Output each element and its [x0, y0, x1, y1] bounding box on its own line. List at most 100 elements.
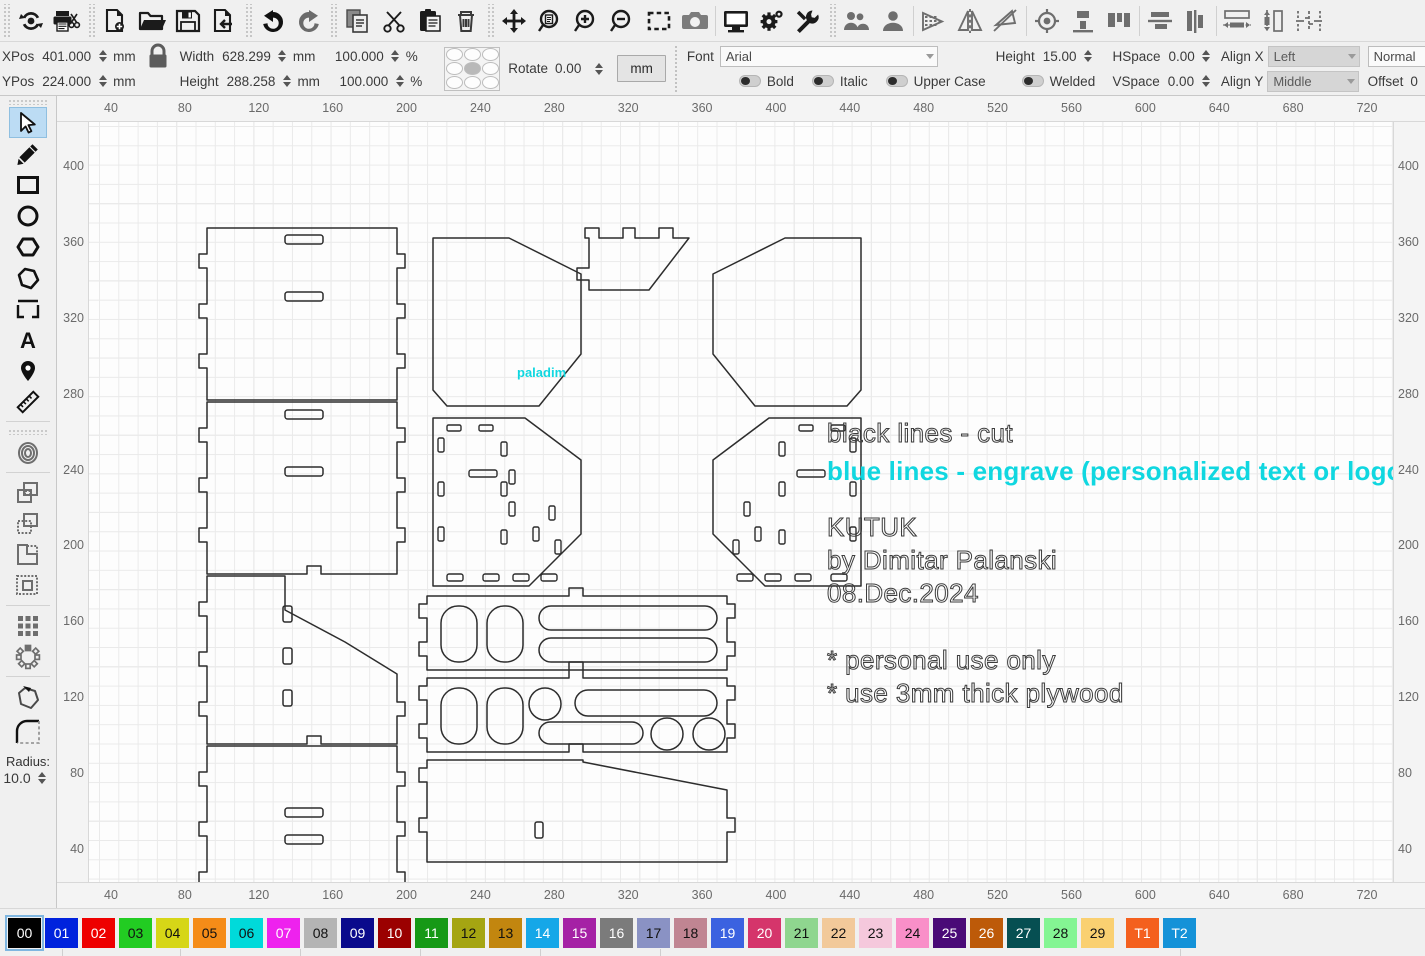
- mirror-horizontal-icon[interactable]: [916, 2, 952, 40]
- palette-swatch-14[interactable]: 14: [526, 917, 559, 948]
- group-objects-icon[interactable]: [839, 2, 875, 40]
- refresh-icon[interactable]: [13, 2, 49, 40]
- width-stepper[interactable]: [277, 47, 288, 65]
- font-select[interactable]: Arial: [719, 45, 938, 67]
- zoom-selection-icon[interactable]: [641, 2, 677, 40]
- undo-icon[interactable]: [255, 2, 291, 40]
- palette-swatch-13[interactable]: 13: [489, 917, 522, 948]
- toolbar-drag-grip[interactable]: [3, 3, 10, 38]
- ungroup-objects-icon[interactable]: [875, 2, 911, 40]
- palette-swatch-16[interactable]: 16: [600, 917, 633, 948]
- freeform-polygon-tool[interactable]: [9, 262, 47, 293]
- export-file-icon[interactable]: [206, 2, 242, 40]
- align-y-select[interactable]: Middle: [1267, 70, 1360, 92]
- boolean-exclude-tool[interactable]: [9, 570, 47, 601]
- delete-trash-icon[interactable]: [448, 2, 484, 40]
- offset-ring-tool[interactable]: [9, 437, 47, 468]
- cut-scissors-icon[interactable]: [376, 2, 412, 40]
- boolean-union-tool[interactable]: [9, 477, 47, 508]
- align-x-select[interactable]: Left: [1267, 45, 1360, 67]
- width-value[interactable]: 628.299: [222, 49, 271, 64]
- select-arrow-tool[interactable]: [9, 107, 47, 138]
- laser-cut-drawing[interactable]: paladim: [89, 122, 1393, 882]
- measure-ruler-tool[interactable]: [9, 386, 47, 417]
- tools-wrench-icon[interactable]: [790, 2, 826, 40]
- polygon-tool[interactable]: [9, 231, 47, 262]
- grid-array-tool[interactable]: [9, 610, 47, 641]
- camera-icon[interactable]: [677, 2, 713, 40]
- palette-swatch-T1[interactable]: T1: [1126, 917, 1159, 948]
- paste-clipboard-icon[interactable]: [412, 2, 448, 40]
- palette-swatch-05[interactable]: 05: [193, 917, 226, 948]
- ellipse-tool[interactable]: [9, 200, 47, 231]
- fillet-radius-tool[interactable]: [9, 712, 47, 752]
- toolbar-group-grip-file[interactable]: [88, 3, 95, 38]
- bold-toggle[interactable]: [738, 75, 761, 87]
- hspace-stepper[interactable]: [1201, 47, 1212, 65]
- palette-swatch-11[interactable]: 11: [415, 917, 448, 948]
- align-bottom-icon[interactable]: [1101, 2, 1137, 40]
- palette-swatch-07[interactable]: 07: [267, 917, 300, 948]
- boolean-subtract-tool[interactable]: [9, 508, 47, 539]
- palette-swatch-02[interactable]: 02: [82, 917, 115, 948]
- width-percent-stepper[interactable]: [390, 47, 401, 65]
- toolbar-group-grip-clipboard[interactable]: [330, 3, 337, 38]
- print-cut-icon[interactable]: [49, 2, 85, 40]
- height-value[interactable]: 288.258: [227, 74, 276, 89]
- palette-swatch-12[interactable]: 12: [452, 917, 485, 948]
- text-height-value[interactable]: 15.00: [1043, 49, 1077, 64]
- toolbar-group-grip-edit[interactable]: [245, 3, 252, 38]
- open-folder-icon[interactable]: [134, 2, 170, 40]
- palette-swatch-28[interactable]: 28: [1044, 917, 1077, 948]
- palette-swatch-15[interactable]: 15: [563, 917, 596, 948]
- xpos-value[interactable]: 401.000: [42, 49, 91, 64]
- palette-swatch-T2[interactable]: T2: [1163, 917, 1196, 948]
- zoom-out-icon[interactable]: [605, 2, 641, 40]
- mirror-vertical-icon[interactable]: [952, 2, 988, 40]
- toolbar-group-grip-group[interactable]: [829, 3, 836, 38]
- save-disk-icon[interactable]: [170, 2, 206, 40]
- design-grid[interactable]: paladim black lines - cut blue lines - e…: [89, 122, 1393, 882]
- boolean-intersect-tool[interactable]: [9, 539, 47, 570]
- palette-swatch-22[interactable]: 22: [822, 917, 855, 948]
- ruler-bottom[interactable]: 40 80 120 160 200 240 280 320 360 400 440 480 520 560…: [57, 882, 1425, 908]
- rail-drag-grip[interactable]: [8, 99, 48, 105]
- palette-swatch-29[interactable]: 29: [1081, 917, 1114, 948]
- palette-swatch-01[interactable]: 01: [45, 917, 78, 948]
- height-percent-stepper[interactable]: [394, 72, 405, 90]
- distribute-horizontal-icon[interactable]: [1219, 2, 1255, 40]
- node-edit-tool[interactable]: [9, 681, 47, 712]
- text-style-select[interactable]: Normal: [1367, 45, 1425, 67]
- palette-swatch-27[interactable]: 27: [1007, 917, 1040, 948]
- canvas-area[interactable]: 40 80 120 160 200 240 280 320 360 400 440 480 520 560…: [57, 96, 1425, 908]
- xpos-stepper[interactable]: [97, 47, 108, 65]
- vspace-value[interactable]: 0.00: [1168, 74, 1194, 89]
- radius-value[interactable]: 10.0: [3, 770, 30, 786]
- zoom-fit-page-icon[interactable]: [533, 2, 569, 40]
- pan-move-icon[interactable]: [497, 2, 533, 40]
- aspect-lock-icon[interactable]: [146, 42, 170, 95]
- palette-swatch-00[interactable]: 00: [5, 914, 44, 951]
- ypos-value[interactable]: 224.000: [42, 74, 91, 89]
- ruler-left[interactable]: 400 360 320 280 240 200 160 120 80 40: [57, 122, 89, 882]
- unit-toggle-button[interactable]: mm: [617, 55, 666, 82]
- welded-toggle[interactable]: [1021, 75, 1044, 87]
- align-center-vertical-icon[interactable]: [1178, 2, 1214, 40]
- redo-icon[interactable]: [291, 2, 327, 40]
- ruler-top[interactable]: 40 80 120 160 200 240 280 320 360 400 440 480 520 560…: [57, 96, 1425, 122]
- zoom-in-icon[interactable]: [569, 2, 605, 40]
- align-top-icon[interactable]: [1065, 2, 1101, 40]
- palette-swatch-21[interactable]: 21: [785, 917, 818, 948]
- height-stepper[interactable]: [281, 72, 292, 90]
- anchor-point-grid[interactable]: [444, 46, 501, 91]
- palette-swatch-03[interactable]: 03: [119, 917, 152, 948]
- center-target-icon[interactable]: [1029, 2, 1065, 40]
- palette-swatch-06[interactable]: 06: [230, 917, 263, 948]
- palette-swatch-08[interactable]: 08: [304, 917, 337, 948]
- palette-swatch-23[interactable]: 23: [859, 917, 892, 948]
- palette-swatch-09[interactable]: 09: [341, 917, 374, 948]
- vspace-stepper[interactable]: [1200, 72, 1211, 90]
- copy-icon[interactable]: [340, 2, 376, 40]
- rectangle-tool[interactable]: [9, 169, 47, 200]
- palette-swatch-18[interactable]: 18: [674, 917, 707, 948]
